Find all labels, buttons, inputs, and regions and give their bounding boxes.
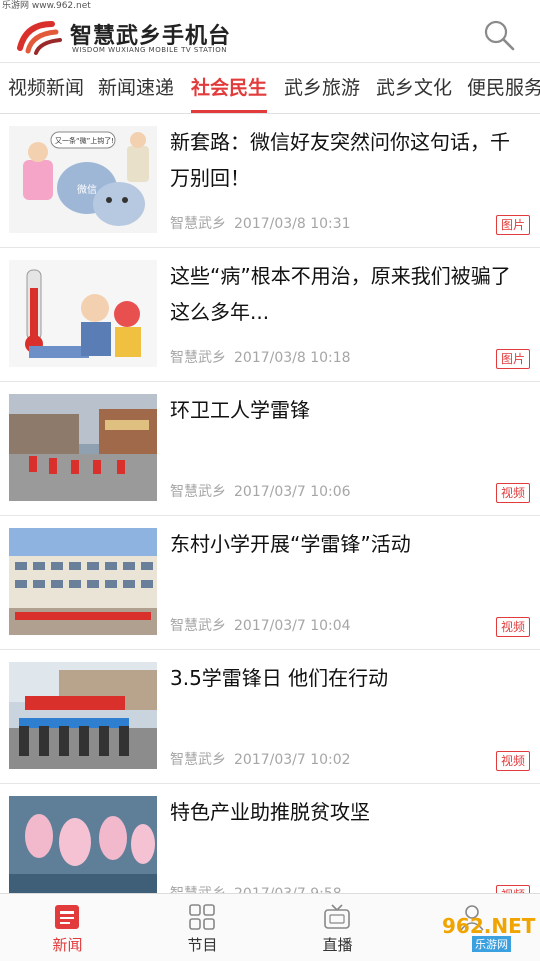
nav-programs-label: 节目 bbox=[187, 936, 218, 954]
news-type-badge: 图片 bbox=[495, 349, 530, 369]
news-title[interactable]: 东村小学开展“学雷锋”活动 bbox=[170, 526, 525, 562]
tv-icon bbox=[324, 904, 350, 929]
news-source: 智慧武乡 bbox=[170, 350, 226, 366]
tab-social-livelihood[interactable]: 社会民生 bbox=[191, 63, 268, 113]
news-thumbnail bbox=[9, 662, 157, 769]
news-title[interactable]: 特色产业助推脱贫攻坚 bbox=[170, 794, 525, 830]
watermark-bottom: 962.NET 乐游网 bbox=[420, 914, 538, 954]
tab-wuxiang-travel[interactable]: 武乡旅游 bbox=[284, 63, 360, 113]
news-date: 2017/03/8 10:31 bbox=[234, 216, 351, 232]
tab-convenience-services[interactable]: 便民服务 bbox=[467, 63, 540, 113]
news-source: 智慧武乡 bbox=[170, 216, 226, 232]
tab-wuxiang-culture[interactable]: 武乡文化 bbox=[376, 63, 452, 113]
news-title[interactable]: 新套路：微信好友突然问你这句话，千万别回！ bbox=[170, 124, 525, 196]
news-meta: 智慧武乡 2017/03/8 10:18 bbox=[170, 347, 351, 367]
news-type-badge: 图片 bbox=[495, 215, 530, 235]
watermark-small: 乐游网 bbox=[472, 936, 511, 952]
news-type-badge: 视频 bbox=[495, 483, 530, 503]
tab-news-express[interactable]: 新闻速递 bbox=[98, 63, 174, 113]
app-subtitle: WISDOM WUXIANG MOBILE TV STATION bbox=[72, 46, 227, 54]
news-date: 2017/03/8 10:18 bbox=[234, 350, 351, 366]
news-meta: 智慧武乡 2017/03/8 10:31 bbox=[170, 213, 351, 233]
station-logo-icon bbox=[17, 21, 62, 55]
news-thumbnail bbox=[9, 260, 157, 367]
grid-icon bbox=[189, 904, 215, 930]
news-thumbnail: 又一条“微”上钩了! 微信 bbox=[9, 126, 157, 233]
app-header: 智慧武乡手机台 WISDOM WUXIANG MOBILE TV STATION bbox=[0, 12, 540, 63]
news-source: 智慧武乡 bbox=[170, 484, 226, 500]
news-item[interactable]: 这些“病”根本不用治，原来我们被骗了这么多年... 智慧武乡 2017/03/8 … bbox=[0, 248, 540, 382]
category-tabs: 视频新闻 新闻速递 社会民生 武乡旅游 武乡文化 便民服务 bbox=[0, 63, 540, 114]
search-icon[interactable] bbox=[482, 18, 516, 52]
nav-live-label: 直播 bbox=[322, 936, 353, 954]
news-item[interactable]: 东村小学开展“学雷锋”活动 智慧武乡 2017/03/7 10:04 视频 bbox=[0, 516, 540, 650]
news-icon bbox=[55, 905, 79, 929]
thumbnail-caption: 又一条“微”上钩了! bbox=[55, 137, 115, 145]
news-meta: 智慧武乡 2017/03/7 10:02 bbox=[170, 749, 351, 769]
news-type-badge: 视频 bbox=[495, 617, 530, 637]
news-title[interactable]: 环卫工人学雷锋 bbox=[170, 392, 525, 428]
news-item[interactable]: 环卫工人学雷锋 智慧武乡 2017/03/7 10:06 视频 bbox=[0, 382, 540, 516]
news-date: 2017/03/7 10:06 bbox=[234, 484, 351, 500]
thumbnail-label: 微信 bbox=[77, 185, 97, 196]
news-thumbnail bbox=[9, 528, 157, 635]
news-date: 2017/03/7 10:02 bbox=[234, 752, 351, 768]
news-item[interactable]: 又一条“微”上钩了! 微信 新套路：微信好友突然问你这句话，千万别回！ 智慧武乡… bbox=[0, 114, 540, 248]
nav-news-label: 新闻 bbox=[52, 936, 83, 954]
news-thumbnail bbox=[9, 394, 157, 501]
news-source: 智慧武乡 bbox=[170, 752, 226, 768]
news-type-badge: 视频 bbox=[495, 751, 530, 771]
news-meta: 智慧武乡 2017/03/7 10:04 bbox=[170, 615, 351, 635]
nav-live[interactable]: 直播 bbox=[270, 894, 405, 961]
watermark-big: 962.NET bbox=[442, 914, 536, 938]
news-date: 2017/03/7 10:04 bbox=[234, 618, 351, 634]
nav-programs[interactable]: 节目 bbox=[135, 894, 270, 961]
news-title[interactable]: 这些“病”根本不用治，原来我们被骗了这么多年... bbox=[170, 258, 525, 330]
news-item[interactable]: 3.5学雷锋日 他们在行动 智慧武乡 2017/03/7 10:02 视频 bbox=[0, 650, 540, 784]
news-title[interactable]: 3.5学雷锋日 他们在行动 bbox=[170, 660, 525, 696]
nav-news[interactable]: 新闻 bbox=[0, 894, 135, 961]
news-source: 智慧武乡 bbox=[170, 618, 226, 634]
tab-video-news[interactable]: 视频新闻 bbox=[8, 63, 84, 113]
news-meta: 智慧武乡 2017/03/7 10:06 bbox=[170, 481, 351, 501]
watermark-top: 乐游网 www.962.net bbox=[0, 0, 540, 12]
news-thumbnail bbox=[9, 796, 157, 903]
